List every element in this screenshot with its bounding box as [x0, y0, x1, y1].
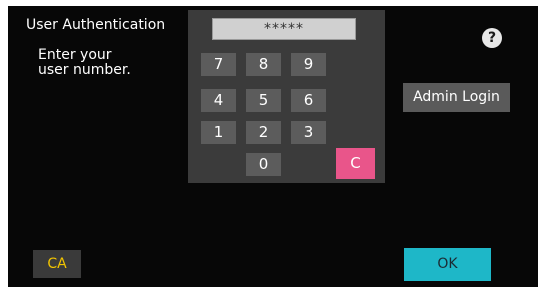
ok-button[interactable]: OK	[404, 248, 491, 281]
instruction-line-1: Enter your	[38, 47, 112, 63]
key-3[interactable]: 3	[291, 121, 326, 144]
user-number-field[interactable]: *****	[212, 18, 356, 40]
clear-key[interactable]: C	[336, 148, 375, 179]
instructions: Enter your user number.	[38, 48, 131, 78]
key-2[interactable]: 2	[246, 121, 281, 144]
key-8[interactable]: 8	[246, 53, 281, 76]
numeric-keypad: ***** 7 8 9 4 5 6 1 2 3 0 C	[188, 10, 385, 183]
clear-all-button[interactable]: CA	[33, 250, 81, 278]
key-1[interactable]: 1	[201, 121, 236, 144]
key-7[interactable]: 7	[201, 53, 236, 76]
key-5[interactable]: 5	[246, 89, 281, 112]
auth-screen: User Authentication Enter your user numb…	[8, 6, 538, 287]
instruction-line-2: user number.	[38, 62, 131, 78]
key-6[interactable]: 6	[291, 89, 326, 112]
admin-login-button[interactable]: Admin Login	[403, 83, 510, 112]
key-0[interactable]: 0	[246, 153, 281, 176]
help-icon[interactable]: ?	[482, 28, 502, 48]
page-title: User Authentication	[26, 17, 166, 33]
key-4[interactable]: 4	[201, 89, 236, 112]
key-9[interactable]: 9	[291, 53, 326, 76]
